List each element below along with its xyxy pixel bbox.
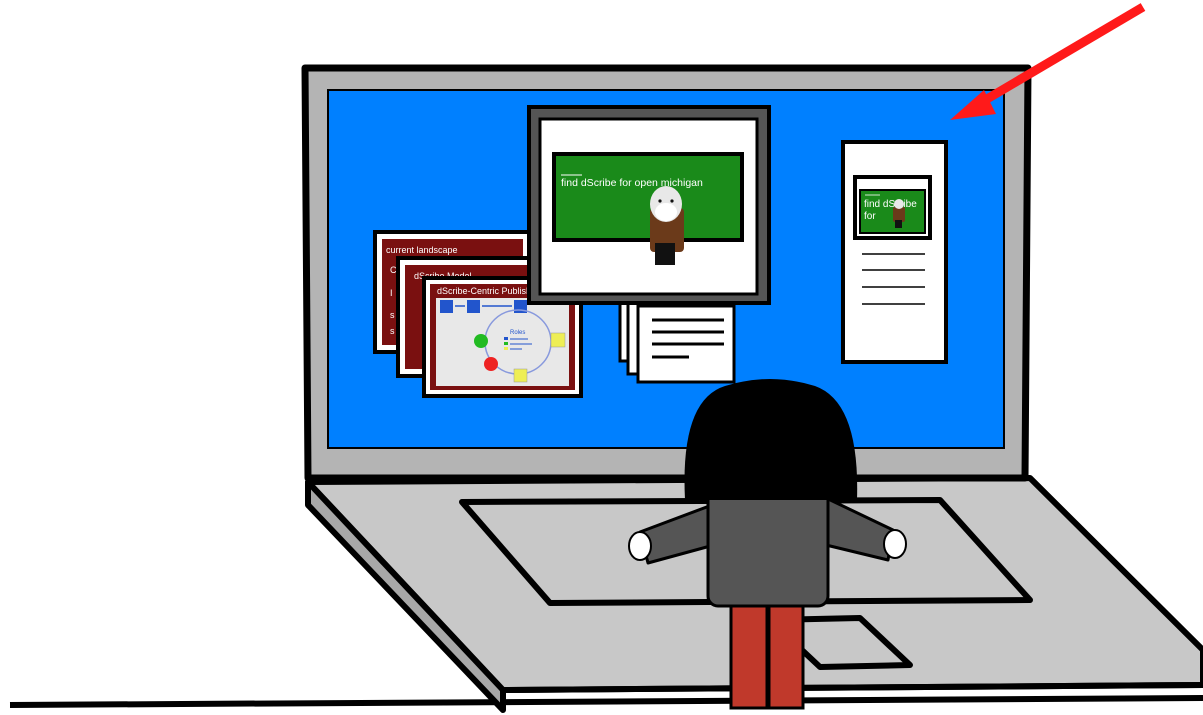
slide-front-roles: Roles (510, 330, 525, 336)
document-stack[interactable] (618, 291, 736, 384)
svg-text:I: I (390, 288, 393, 298)
doc-caption-line1: find dScribe (864, 199, 917, 210)
video-caption: find dScribe for open michigan (561, 177, 703, 189)
table-line (9, 695, 1203, 708)
svg-text:s: s (390, 326, 395, 336)
svg-text:s: s (390, 310, 395, 320)
document-window[interactable]: find dScribe for (841, 140, 948, 364)
scene: current landscape C I s s dScribe Model … (9, 3, 1203, 713)
svg-text:C: C (390, 265, 397, 275)
red-arrow (950, 3, 1146, 120)
chalkboard (552, 152, 744, 242)
slide-back-title: current landscape (386, 245, 458, 255)
video-window[interactable]: find dScribe for open michigan (527, 105, 771, 305)
doc-caption-line2: for (864, 211, 876, 222)
